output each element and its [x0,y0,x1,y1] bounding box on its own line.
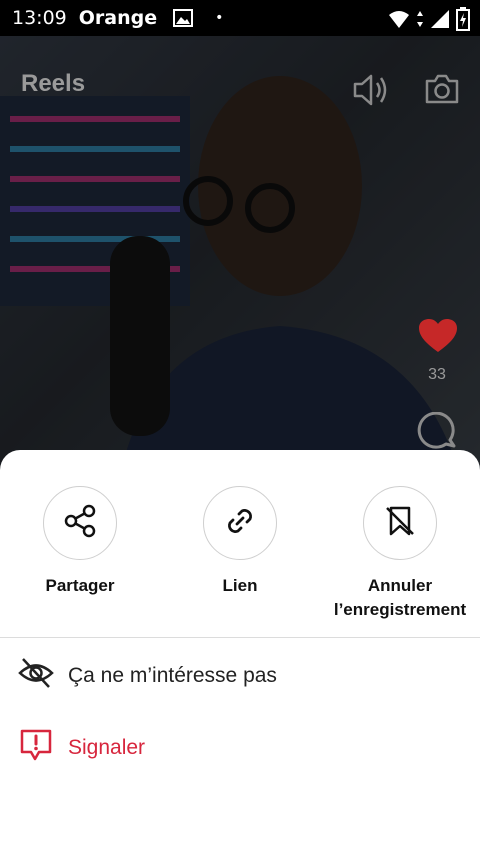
report-label: Signaler [68,735,146,759]
share-icon [62,503,98,544]
camera-icon[interactable] [424,72,460,111]
data-arrows-icon [416,10,424,32]
share-label: Partager [45,576,115,595]
reel-video: Reels 33 [0,36,480,476]
heart-icon[interactable] [418,318,458,359]
share-action[interactable]: Partager [10,486,150,598]
link-button[interactable] [203,486,277,560]
gallery-notification-icon [173,9,194,27]
unsave-label: Annuler l’enregistrement [333,576,467,619]
unsave-action[interactable]: Annuler l’enregistrement [330,486,470,622]
status-carrier: Orange [78,7,158,29]
report-icon [18,728,54,767]
link-label: Lien [222,576,258,595]
sheet-actions: Partager Lien Annuler l’enregistrement [0,486,480,626]
signal-icon [430,9,450,33]
likes-count: 33 [428,366,446,383]
link-action[interactable]: Lien [170,486,310,598]
unsave-button[interactable] [363,486,437,560]
video-dim-overlay [0,36,480,476]
link-icon [222,503,258,544]
not-interested-label: Ça ne m’intéresse pas [68,663,277,687]
reels-title: Reels [21,70,86,97]
wifi-icon [388,9,410,33]
status-dot: • [215,10,224,26]
sheet-divider [0,637,480,638]
status-time: 13:09 [12,7,67,29]
options-bottom-sheet: Partager Lien Annuler l’enregistrement Ç… [0,450,480,854]
not-interested-item[interactable]: Ça ne m’intéresse pas [18,656,277,695]
status-bar: 13:09 Orange • [0,0,480,36]
sound-icon[interactable] [352,72,390,113]
eye-off-icon [18,656,54,695]
bookmark-remove-icon [382,503,418,544]
battery-icon [456,7,470,35]
share-button[interactable] [43,486,117,560]
report-item[interactable]: Signaler [18,728,145,767]
